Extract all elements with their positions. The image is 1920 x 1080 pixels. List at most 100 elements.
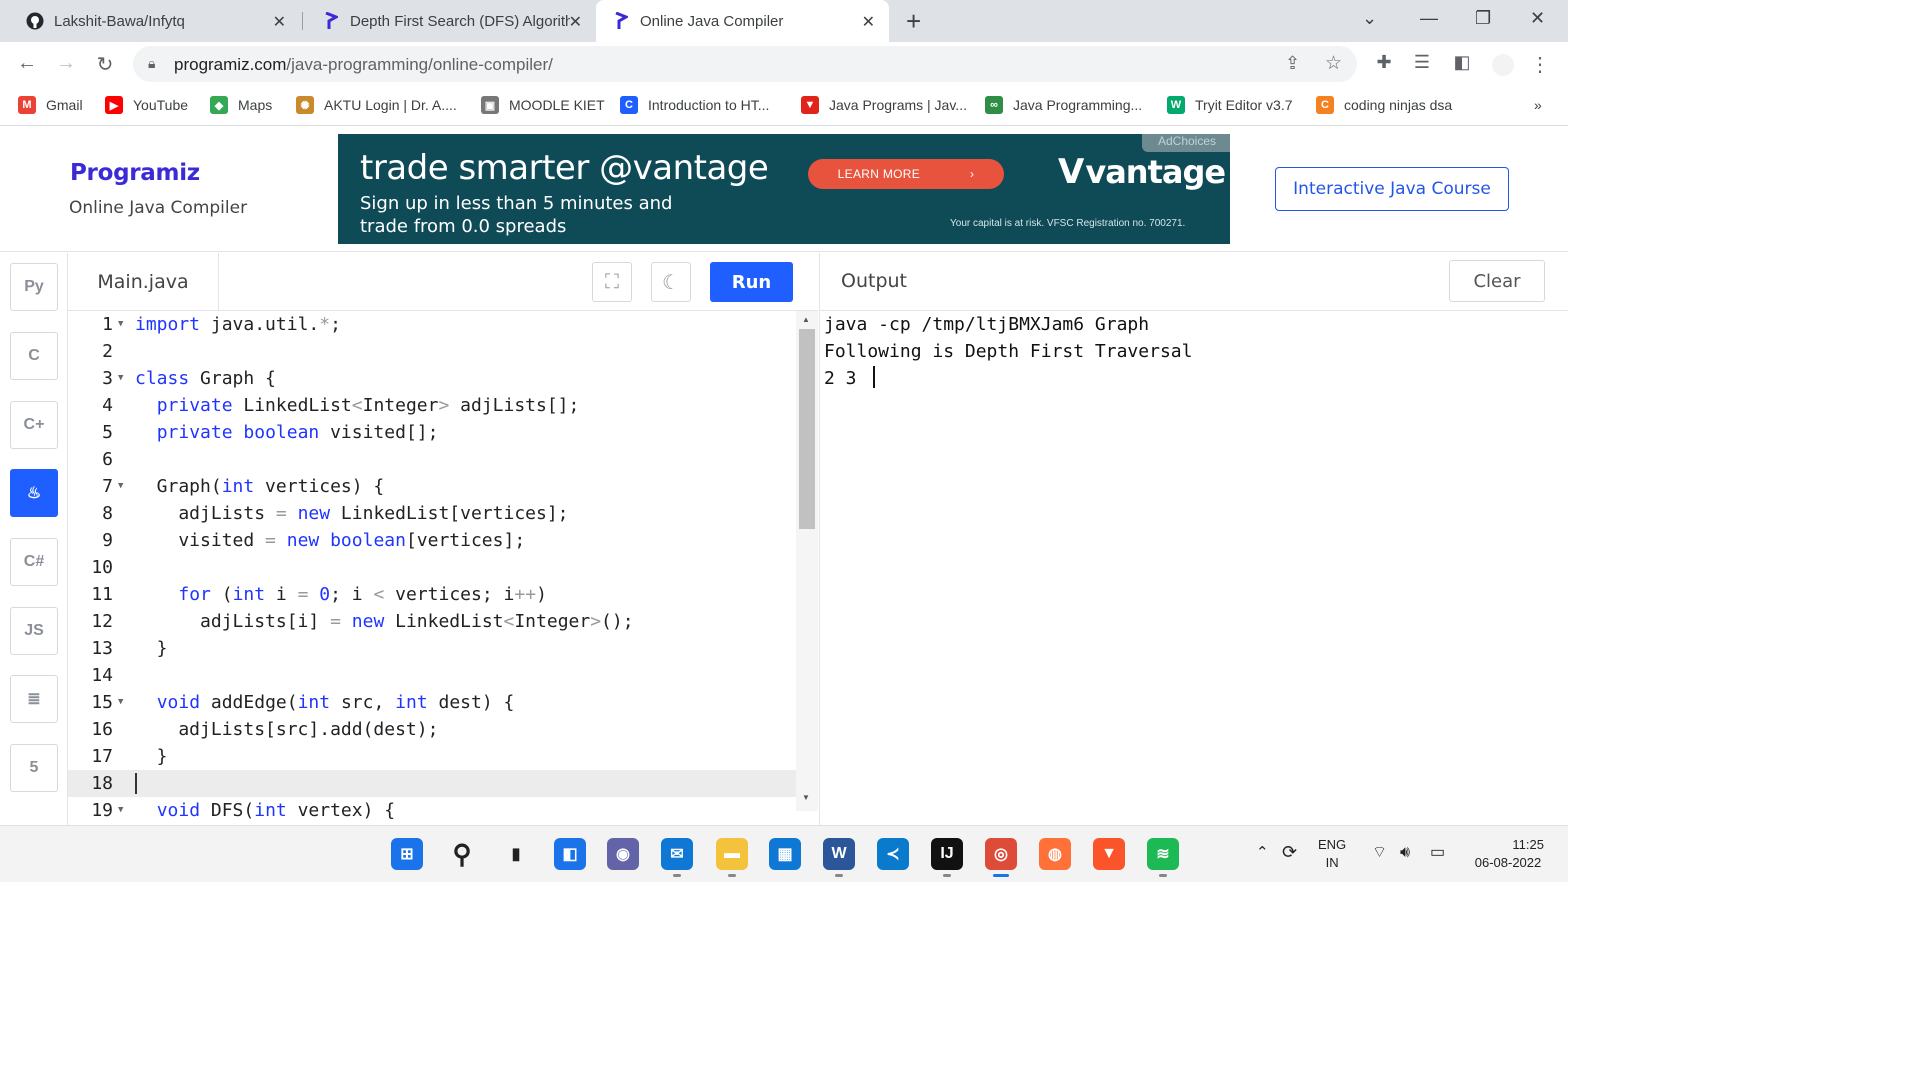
browser-tab-online-java[interactable]: Online Java Compiler ✕ xyxy=(596,0,889,42)
output-console[interactable]: java -cp /tmp/ltjBMXJam6 Graph Following… xyxy=(819,311,1568,825)
close-icon[interactable]: ✕ xyxy=(273,12,286,32)
bookmark-item[interactable]: W Tryit Editor v3.7 xyxy=(1167,95,1293,115)
close-icon[interactable]: ✕ xyxy=(569,12,582,32)
bookmark-item[interactable]: ▶ YouTube xyxy=(105,95,188,115)
bookmark-star-icon[interactable]: ☆ xyxy=(1325,52,1342,75)
reading-list-icon[interactable]: ☰ xyxy=(1410,52,1434,73)
fold-arrow-icon[interactable]: ▼ xyxy=(118,473,123,500)
code-line[interactable]: 10 xyxy=(68,554,796,581)
scroll-down-icon[interactable]: ▼ xyxy=(802,793,810,802)
bookmark-item[interactable]: Ccoding ninjas dsa xyxy=(1316,95,1452,115)
bookmark-item[interactable]: ◆ Maps xyxy=(210,95,272,115)
code-line[interactable]: 19 ▼ void DFS(int vertex) { xyxy=(68,797,796,824)
new-tab-button[interactable]: + xyxy=(906,6,921,37)
tab-search-chevron-icon[interactable]: ⌄ xyxy=(1362,8,1377,29)
code-line[interactable]: 7 ▼ Graph(int vertices) { xyxy=(68,473,796,500)
widgets-icon[interactable]: ◧ xyxy=(554,838,586,870)
input-language[interactable]: ENG IN xyxy=(1318,836,1346,872)
vscode-icon[interactable]: ≺ xyxy=(877,838,909,870)
run-button[interactable]: Run xyxy=(710,262,793,302)
clock[interactable]: 11:25 06-08-2022 xyxy=(1466,836,1550,872)
sql-icon[interactable]: ≣ xyxy=(10,675,58,723)
close-icon[interactable]: ✕ xyxy=(862,12,875,32)
clear-button[interactable]: Clear xyxy=(1449,260,1545,302)
java-icon[interactable]: ♨ xyxy=(10,469,58,517)
editor-scrollbar[interactable]: ▲ ▼ xyxy=(796,311,818,811)
address-bar[interactable]: 🔒︎ programiz.com/java-programming/online… xyxy=(133,46,1357,82)
search-icon[interactable]: ⚲ xyxy=(446,838,478,870)
scroll-up-icon[interactable]: ▲ xyxy=(802,315,810,324)
code-line[interactable]: 11 for (int i = 0; i < vertices; i++) xyxy=(68,581,796,608)
share-icon[interactable]: ⇪ xyxy=(1285,53,1300,74)
code-editor[interactable]: 1 ▼ import java.util.*; 2 3 ▼ class Graph {4 p… xyxy=(68,311,818,825)
html-icon[interactable]: 5 xyxy=(10,744,58,792)
fold-arrow-icon[interactable]: ▼ xyxy=(118,311,123,338)
window-close-icon[interactable]: ✕ xyxy=(1530,8,1545,29)
code-line[interactable]: 8 adjLists = new LinkedList[vertices]; xyxy=(68,500,796,527)
bookmark-item[interactable]: ▼ Java Programs | Jav... xyxy=(801,95,967,115)
brave-icon[interactable]: ▼ xyxy=(1093,838,1125,870)
intellij-icon[interactable]: IJ xyxy=(931,838,963,877)
reload-icon[interactable]: ↻ xyxy=(93,52,117,77)
fold-arrow-icon[interactable]: ▼ xyxy=(118,797,123,824)
browser-tab-dfs[interactable]: Depth First Search (DFS) Algorith ✕ xyxy=(296,0,596,42)
bookmark-item[interactable]: ▣ MOODLE KIET xyxy=(481,95,605,115)
bookmark-item[interactable]: M Gmail xyxy=(18,95,83,115)
bookmarks-overflow-icon[interactable]: » xyxy=(1534,95,1542,115)
code-line[interactable]: 13 } xyxy=(68,635,796,662)
show-hidden-icons-chevron-icon[interactable]: ⌃ xyxy=(1256,844,1269,862)
browser-tab-github[interactable]: Lakshit-Bawa/Infytq ✕ xyxy=(0,0,300,42)
forward-icon[interactable]: → xyxy=(54,52,78,75)
volume-icon[interactable]: 🔊︎ xyxy=(1400,844,1410,862)
wifi-icon[interactable]: ⌔ xyxy=(1372,844,1387,862)
chrome-icon[interactable]: ◎ xyxy=(985,838,1017,877)
fullscreen-icon[interactable]: ⛶ xyxy=(592,262,632,302)
code-line[interactable]: 3 ▼ class Graph { xyxy=(68,365,796,392)
fold-arrow-icon[interactable]: ▼ xyxy=(118,689,123,716)
scrollbar-thumb[interactable] xyxy=(799,329,815,529)
bookmark-item[interactable]: ✺ AKTU Login | Dr. A.... xyxy=(296,95,457,115)
teams-chat-icon[interactable]: ◉ xyxy=(607,838,639,870)
bookmark-item[interactable]: ∞ Java Programming... xyxy=(985,95,1142,115)
battery-icon[interactable]: ▭ xyxy=(1430,844,1445,862)
bookmark-item[interactable]: C Introduction to HT... xyxy=(620,95,769,115)
file-tab-main-java[interactable]: Main.java xyxy=(68,253,219,311)
code-line[interactable]: 18 xyxy=(68,770,796,797)
profile-avatar[interactable] xyxy=(1492,54,1514,76)
store-icon[interactable]: ▦ xyxy=(769,838,801,870)
cpp-icon[interactable]: C+ xyxy=(10,401,58,449)
code-line[interactable]: 4 private LinkedList<Integer> adjLists[]… xyxy=(68,392,796,419)
interactive-java-course-button[interactable]: Interactive Java Course xyxy=(1275,167,1509,211)
firefox-icon[interactable]: ◍ xyxy=(1039,838,1071,870)
back-icon[interactable]: ← xyxy=(15,52,39,75)
word-icon[interactable]: W xyxy=(823,838,855,877)
code-line[interactable]: 15 ▼ void addEdge(int src, int dest) { xyxy=(68,689,796,716)
csharp-icon[interactable]: C# xyxy=(10,538,58,586)
start-icon[interactable]: ⊞ xyxy=(391,838,423,870)
code-line[interactable]: 17 } xyxy=(68,743,796,770)
dark-mode-moon-icon[interactable]: ☾ xyxy=(651,262,691,302)
ad-learn-more-button[interactable]: LEARN MORE › xyxy=(808,159,1004,189)
extensions-icon[interactable]: ✚ xyxy=(1372,52,1396,73)
mail-icon[interactable]: ✉ xyxy=(661,838,693,877)
code-line[interactable]: 5 private boolean visited[]; xyxy=(68,419,796,446)
code-line[interactable]: 1 ▼ import java.util.*; xyxy=(68,311,796,338)
code-line[interactable]: 12 adjLists[i] = new LinkedList<Integer>… xyxy=(68,608,796,635)
c-lang-icon[interactable]: C xyxy=(10,332,58,380)
advertisement-banner[interactable]: trade smarter @vantage Sign up in less t… xyxy=(338,134,1230,244)
file-explorer-icon[interactable]: ▬ xyxy=(716,838,748,877)
javascript-icon[interactable]: JS xyxy=(10,607,58,655)
restore-icon[interactable]: ❐ xyxy=(1475,8,1491,29)
minimize-icon[interactable]: — xyxy=(1420,8,1438,29)
task-view-icon[interactable]: ▮ xyxy=(500,838,532,870)
side-panel-icon[interactable]: ◧ xyxy=(1450,52,1474,73)
code-line[interactable]: 16 adjLists[src].add(dest); xyxy=(68,716,796,743)
fold-arrow-icon[interactable]: ▼ xyxy=(118,365,123,392)
code-line[interactable]: 2 xyxy=(68,338,796,365)
sync-icon[interactable]: ⟳ xyxy=(1282,843,1297,861)
ad-choices-label[interactable]: AdChoices xyxy=(1141,134,1230,152)
code-line[interactable]: 9 visited = new boolean[vertices]; xyxy=(68,527,796,554)
code-line[interactable]: 6 xyxy=(68,446,796,473)
spotify-icon[interactable]: ≋ xyxy=(1147,838,1179,877)
code-line[interactable]: 14 xyxy=(68,662,796,689)
